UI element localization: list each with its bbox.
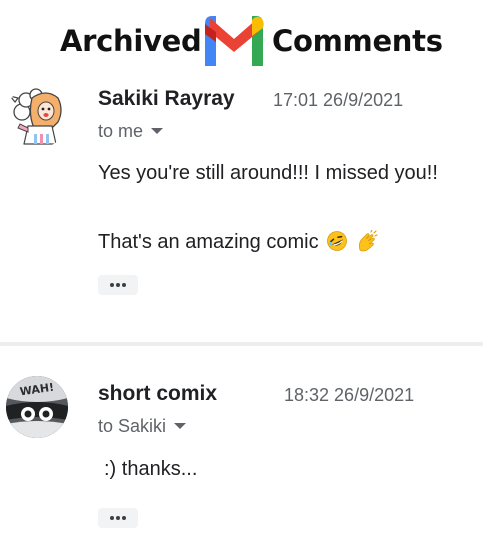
ellipsis-dot — [122, 516, 126, 520]
ellipsis-dot — [110, 283, 114, 287]
message-timestamp: 18:32 26/9/2021 — [284, 385, 415, 405]
ellipsis-dot — [122, 283, 126, 287]
raccoon-avatar-icon[interactable]: WAH! — [6, 376, 68, 438]
ellipsis-dot — [116, 283, 120, 287]
alpaca-avatar-icon[interactable] — [6, 84, 70, 148]
gmail-logo-icon — [205, 16, 264, 66]
ellipsis-dot — [110, 516, 114, 520]
recipient-label: to Sakiki — [98, 416, 167, 436]
email-message: WAH! short comix 18:32 26/9/2021 to Saki… — [0, 352, 483, 537]
header-title-left: Archived — [60, 24, 202, 58]
show-trimmed-content-button[interactable] — [98, 275, 138, 295]
message-body-text: That's an amazing comic — [98, 231, 319, 253]
chevron-down-icon[interactable] — [174, 423, 187, 429]
message-divider — [0, 342, 483, 346]
page-header: Archived Comments — [0, 4, 483, 84]
chevron-down-icon[interactable] — [151, 128, 164, 134]
show-trimmed-content-button[interactable] — [98, 508, 138, 528]
message-body-line-with-emoji: That's an amazing comic — [98, 230, 378, 254]
rolling-on-floor-laughing-emoji-icon — [327, 231, 348, 251]
header-title-right: Comments — [272, 24, 443, 58]
ellipsis-dot — [116, 516, 120, 520]
message-timestamp: 17:01 26/9/2021 — [273, 90, 404, 110]
message-body-line: Yes you're still around!!! I missed you!… — [98, 162, 438, 184]
recipient-label: to me — [98, 121, 144, 141]
recipient-details-toggle[interactable]: to Sakiki — [98, 416, 187, 437]
sender-name[interactable]: Sakiki Rayray — [98, 87, 235, 111]
email-message: Sakiki Rayray 17:01 26/9/2021 to me Yes … — [0, 82, 483, 342]
clapping-hands-emoji-icon — [358, 230, 378, 252]
sender-name[interactable]: short comix — [98, 382, 217, 406]
message-body-line: :) thanks... — [104, 458, 198, 480]
recipient-details-toggle[interactable]: to me — [98, 121, 164, 142]
